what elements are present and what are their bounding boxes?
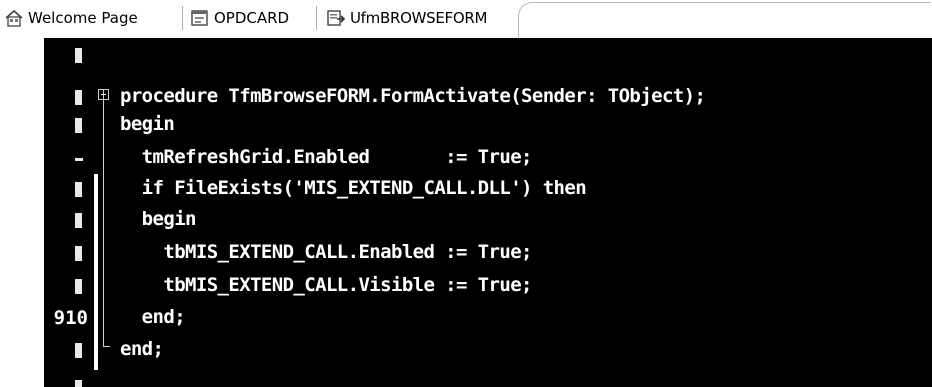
code-text: begin (120, 208, 197, 230)
code-line[interactable]: 910 end; (44, 305, 932, 333)
code-text: tbMIS_EXTEND_CALL.Enabled := True; (120, 241, 532, 263)
tab-welcome-page[interactable]: Welcome Page (4, 4, 138, 32)
line-marker (75, 90, 82, 105)
line-marker (75, 246, 82, 261)
line-marker (75, 182, 82, 197)
code-line[interactable]: begin (44, 207, 932, 235)
code-line[interactable]: procedure TfmBrowseFORM.FormActivate(Sen… (44, 84, 932, 112)
form-icon (190, 9, 210, 27)
fold-collapse-icon[interactable] (98, 89, 109, 100)
tab-label: OPDCARD (214, 9, 290, 27)
code-line[interactable]: tbMIS_EXTEND_CALL.Enabled := True; (44, 240, 932, 268)
code-text: procedure TfmBrowseFORM.FormActivate(Sen… (120, 85, 706, 107)
code-line[interactable]: tbMIS_EXTEND_CALL.Visible := True; (44, 273, 932, 301)
line-number: 910 (53, 307, 88, 329)
line-marker (75, 158, 83, 161)
code-text: begin (120, 113, 175, 135)
code-line[interactable]: tmRefreshGrid.Enabled := True; (44, 145, 932, 173)
code-text: if FileExists('MIS_EXTEND_CALL.DLL') the… (120, 177, 587, 199)
tab-divider (316, 6, 317, 30)
code-text: tmRefreshGrid.Enabled := True; (120, 146, 533, 168)
tab-opdcard[interactable]: OPDCARD (190, 4, 289, 32)
code-text: end; (120, 338, 164, 360)
line-marker (75, 343, 82, 358)
code-line[interactable]: begin (44, 112, 932, 140)
active-tab-edge (518, 2, 931, 39)
code-line[interactable]: if FileExists('MIS_EXTEND_CALL.DLL') the… (44, 176, 932, 204)
code-text: end; (120, 306, 186, 328)
tab-label: UfmBROWSEFORM (350, 9, 488, 27)
code-line[interactable] (44, 42, 932, 70)
tab-bar: Welcome Page OPDCARD UfmBROWSEFORM (0, 0, 932, 39)
code-text: tbMIS_EXTEND_CALL.Visible := True; (120, 274, 532, 296)
line-marker (75, 279, 82, 294)
line-marker (75, 118, 82, 133)
code-line[interactable] (44, 374, 932, 387)
tab-divider (182, 6, 183, 30)
line-marker (75, 380, 82, 387)
tab-ufmbrowseform[interactable]: UfmBROWSEFORM (326, 4, 487, 32)
code-editor[interactable]: procedure TfmBrowseFORM.FormActivate(Sen… (44, 38, 932, 387)
home-page-icon (4, 9, 24, 27)
unit-icon (326, 9, 346, 27)
tab-label: Welcome Page (28, 9, 138, 27)
line-marker (75, 213, 82, 228)
line-marker (75, 48, 82, 63)
code-line[interactable]: end; (44, 337, 932, 365)
